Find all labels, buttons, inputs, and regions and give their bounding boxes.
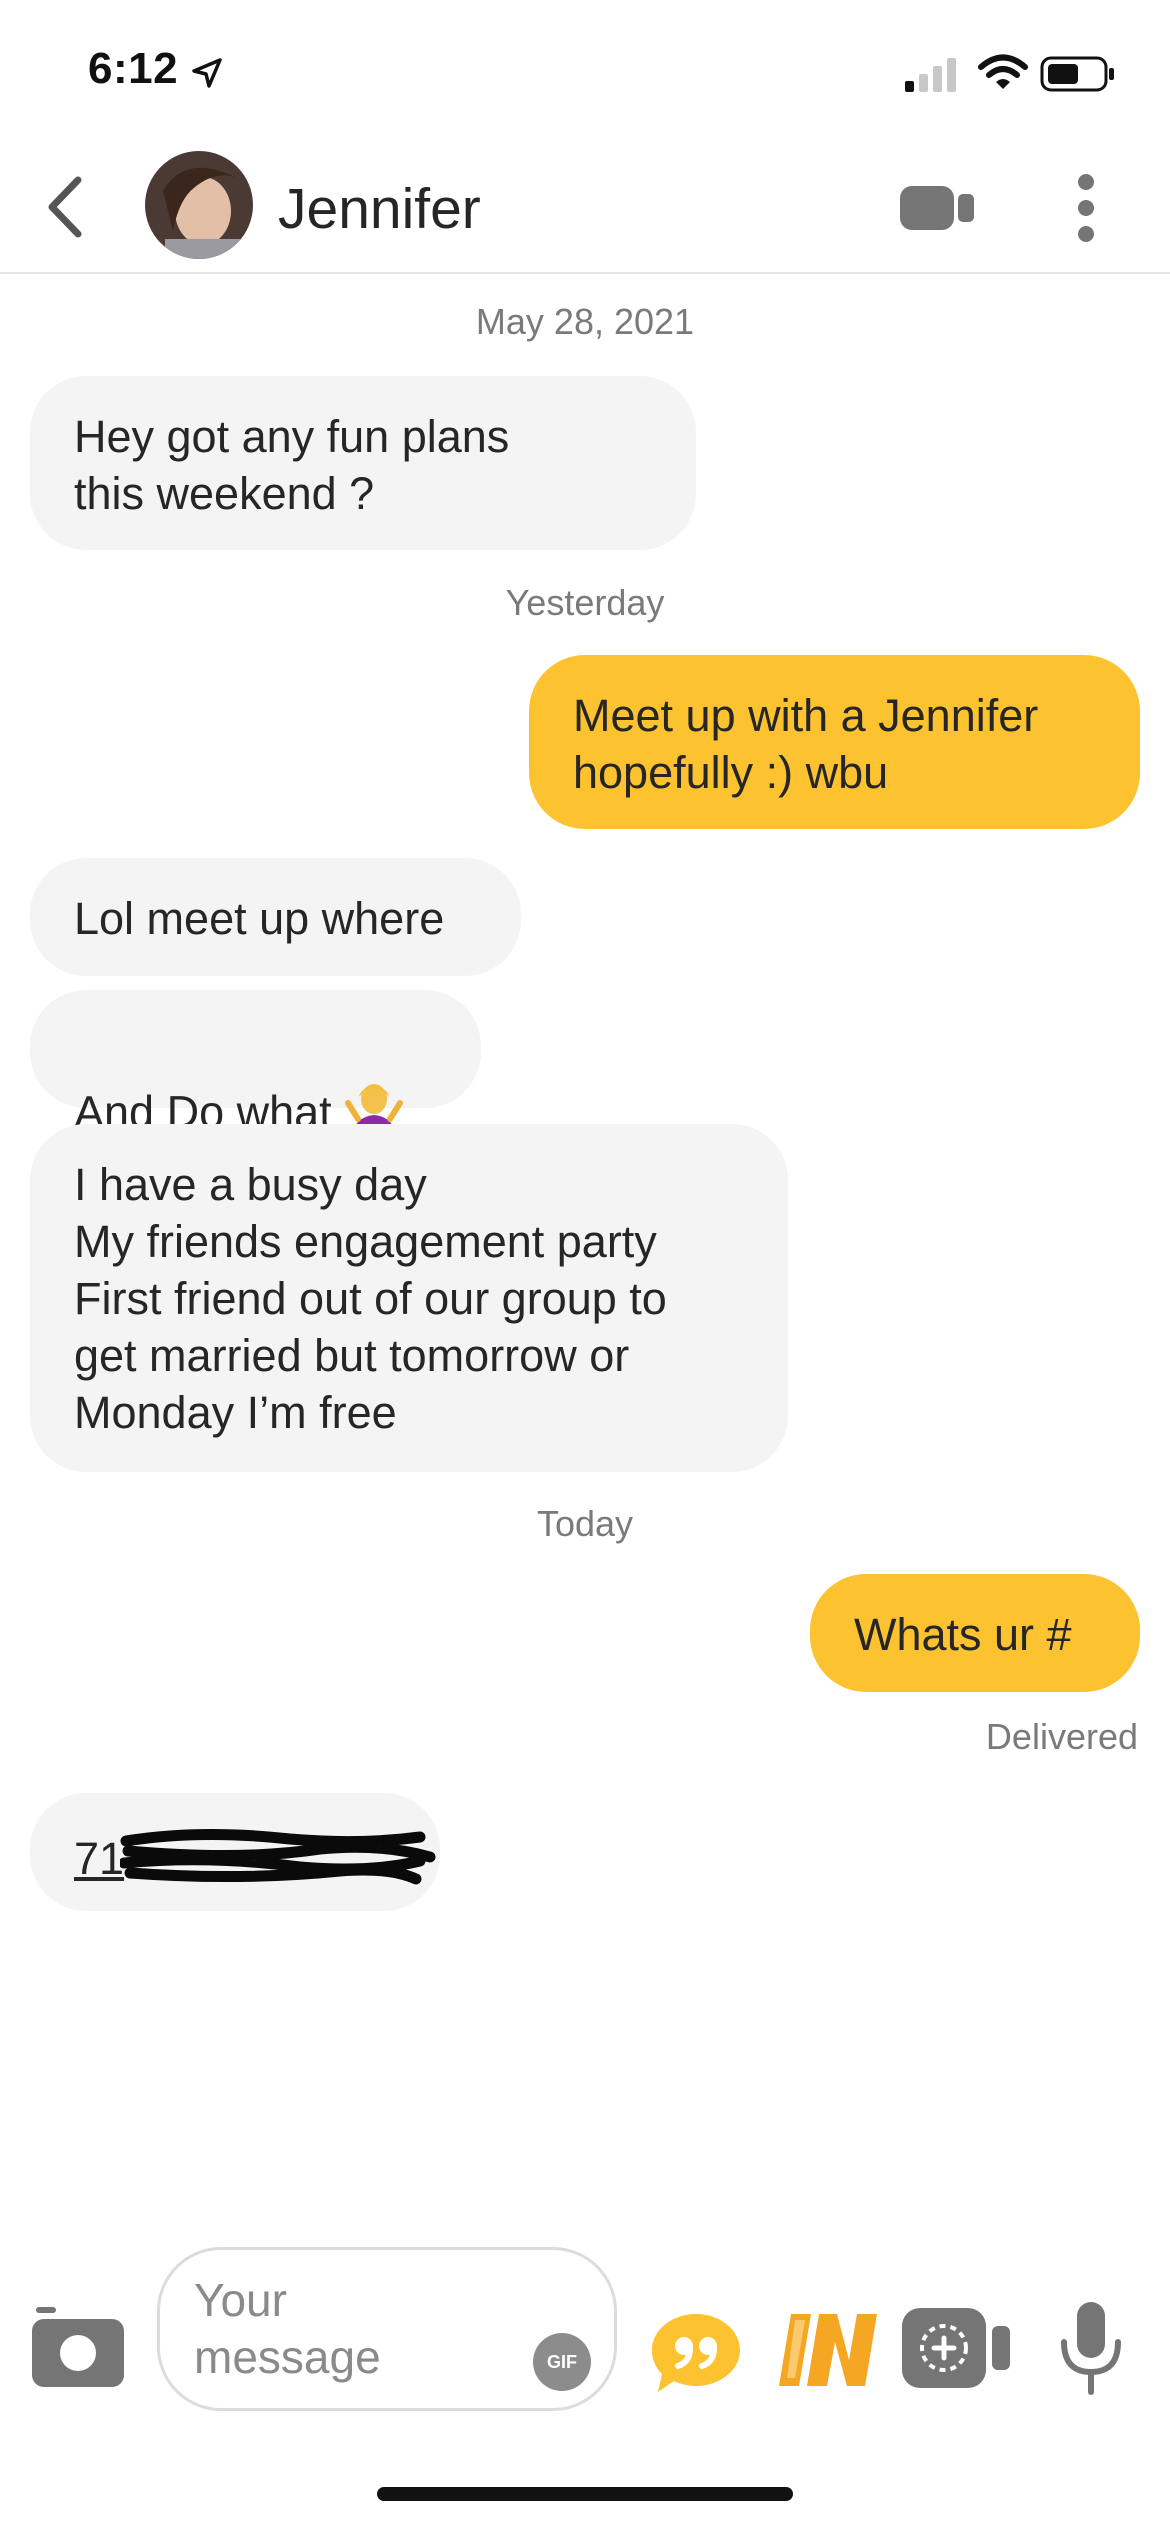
cellular-signal-icon	[905, 58, 956, 92]
location-arrow-icon	[192, 58, 222, 88]
back-button[interactable]	[38, 172, 98, 242]
home-indicator[interactable]	[377, 2487, 793, 2501]
date-separator: Yesterday	[505, 582, 665, 623]
more-options-button[interactable]	[1064, 173, 1108, 243]
status-time: 6:12	[88, 44, 179, 93]
chat-screen: 6:12 Jennifer May 28, 2021 Hey got any f…	[0, 0, 1170, 2532]
camera-button[interactable]	[32, 2305, 124, 2389]
message-placeholder: Your message	[194, 2274, 381, 2383]
video-call-button[interactable]	[900, 180, 980, 236]
incoming-message-redacted[interactable]: 71	[30, 1793, 440, 1911]
in-badge-icon[interactable]	[775, 2308, 883, 2390]
status-bar: 6:12	[0, 0, 1170, 140]
battery-icon	[1040, 56, 1114, 92]
add-media-button[interactable]	[902, 2306, 1014, 2390]
contact-name[interactable]: Jennifer	[278, 176, 481, 242]
wifi-icon	[978, 54, 1028, 89]
phone-number-link[interactable]: 71	[74, 1830, 124, 1887]
chat-header: Jennifer	[0, 140, 1170, 274]
redaction-scribble	[120, 1828, 436, 1885]
incoming-message[interactable]: And Do what	[30, 990, 481, 1137]
incoming-message[interactable]: Lol meet up where	[30, 858, 521, 976]
outgoing-message[interactable]: Meet up with a Jennifer hopefully :) wbu	[529, 655, 1140, 829]
incoming-message[interactable]: I have a busy day My friends engagement …	[30, 1124, 788, 1472]
microphone-button[interactable]	[1056, 2300, 1126, 2396]
date-separator: May 28, 2021	[475, 301, 695, 342]
outgoing-message[interactable]: Whats ur #	[810, 1574, 1140, 1692]
incoming-message[interactable]: Hey got any fun plans this weekend ?	[30, 376, 696, 550]
gif-button[interactable]: GIF	[533, 2333, 591, 2391]
avatar[interactable]	[145, 151, 253, 259]
date-separator: Today	[536, 1503, 634, 1544]
delivered-status: Delivered	[985, 1716, 1138, 1757]
message-input[interactable]: Your message GIF	[157, 2247, 617, 2411]
quote-button[interactable]	[650, 2312, 742, 2394]
